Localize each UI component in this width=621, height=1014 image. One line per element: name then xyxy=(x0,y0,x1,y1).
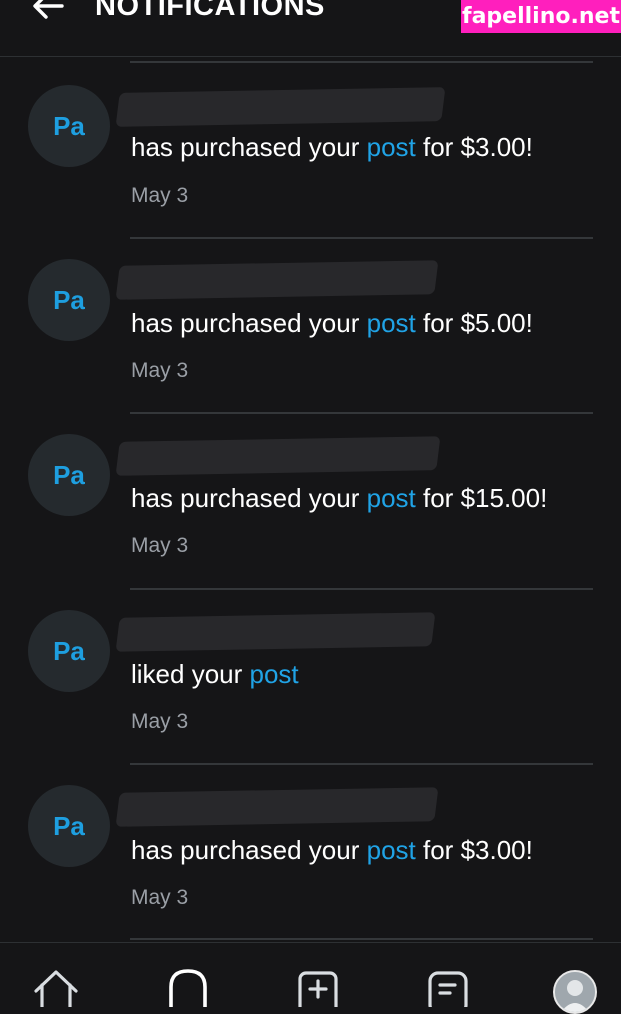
profile-photo-icon xyxy=(555,972,595,1012)
page-title: NOTIFICATIONS xyxy=(95,0,325,22)
notification-item[interactable]: Pa has purchased your post for $3.00! Ma… xyxy=(0,763,621,938)
tab-add-post[interactable] xyxy=(294,967,344,1014)
tab-notifications[interactable] xyxy=(163,967,213,1009)
notifications-icon xyxy=(169,969,207,1009)
notification-message: liked your post xyxy=(131,658,299,690)
notification-date: May 3 xyxy=(131,886,189,909)
post-link[interactable]: post xyxy=(367,308,416,338)
tab-home[interactable] xyxy=(31,967,81,1009)
redacted-username xyxy=(115,612,436,652)
redacted-username xyxy=(115,260,439,300)
notification-message: has purchased your post for $3.00! xyxy=(131,131,533,163)
message-prefix: has purchased your xyxy=(131,835,360,865)
redacted-username xyxy=(115,87,446,127)
post-link[interactable]: post xyxy=(367,132,416,162)
watermark: fapellino.net xyxy=(461,0,621,33)
notification-message: has purchased your post for $5.00! xyxy=(131,307,533,339)
arrow-left-icon xyxy=(33,0,64,19)
message-prefix: has purchased your xyxy=(131,483,360,513)
notification-item[interactable]: Pa has purchased your post for $5.00! Ma… xyxy=(0,237,621,412)
header: NOTIFICATIONS fapellino.net xyxy=(0,0,621,57)
notification-date: May 3 xyxy=(131,184,189,207)
divider xyxy=(130,588,593,590)
notification-item[interactable]: Pa has purchased your post for $15.00! M… xyxy=(0,412,621,587)
post-link[interactable]: post xyxy=(367,483,416,513)
bottom-tab-bar xyxy=(0,942,621,1014)
divider xyxy=(130,237,593,239)
avatar[interactable]: Pa xyxy=(28,434,110,516)
notification-item[interactable]: Pa liked your post May 3 xyxy=(0,588,621,763)
message-prefix: has purchased your xyxy=(131,132,360,162)
post-link[interactable]: post xyxy=(367,835,416,865)
profile-avatar[interactable] xyxy=(553,970,597,1014)
home-icon xyxy=(34,970,78,1009)
notification-date: May 3 xyxy=(131,710,189,733)
redacted-username xyxy=(115,787,439,827)
tab-messages[interactable] xyxy=(424,967,474,1014)
notification-date: May 3 xyxy=(131,359,189,382)
notification-item[interactable]: Pa has purchased your post for $3.00! Ma… xyxy=(0,57,621,232)
redacted-username xyxy=(115,436,441,476)
notification-date: May 3 xyxy=(131,534,189,557)
avatar[interactable]: Pa xyxy=(28,259,110,341)
message-suffix: for $3.00! xyxy=(423,835,533,865)
divider xyxy=(130,61,593,63)
divider xyxy=(130,412,593,414)
avatar[interactable]: Pa xyxy=(28,785,110,867)
messages-icon xyxy=(428,971,468,1014)
message-suffix: for $3.00! xyxy=(423,132,533,162)
divider xyxy=(130,938,593,940)
message-prefix: has purchased your xyxy=(131,308,360,338)
message-suffix: for $15.00! xyxy=(423,483,548,513)
back-button[interactable] xyxy=(28,0,68,26)
avatar[interactable]: Pa xyxy=(28,85,110,167)
add-post-icon xyxy=(298,971,338,1014)
notification-message: has purchased your post for $15.00! xyxy=(131,482,547,514)
avatar[interactable]: Pa xyxy=(28,610,110,692)
divider xyxy=(130,763,593,765)
message-prefix: liked your xyxy=(131,659,243,689)
post-link[interactable]: post xyxy=(250,659,299,689)
notification-message: has purchased your post for $3.00! xyxy=(131,834,533,866)
message-suffix: for $5.00! xyxy=(423,308,533,338)
